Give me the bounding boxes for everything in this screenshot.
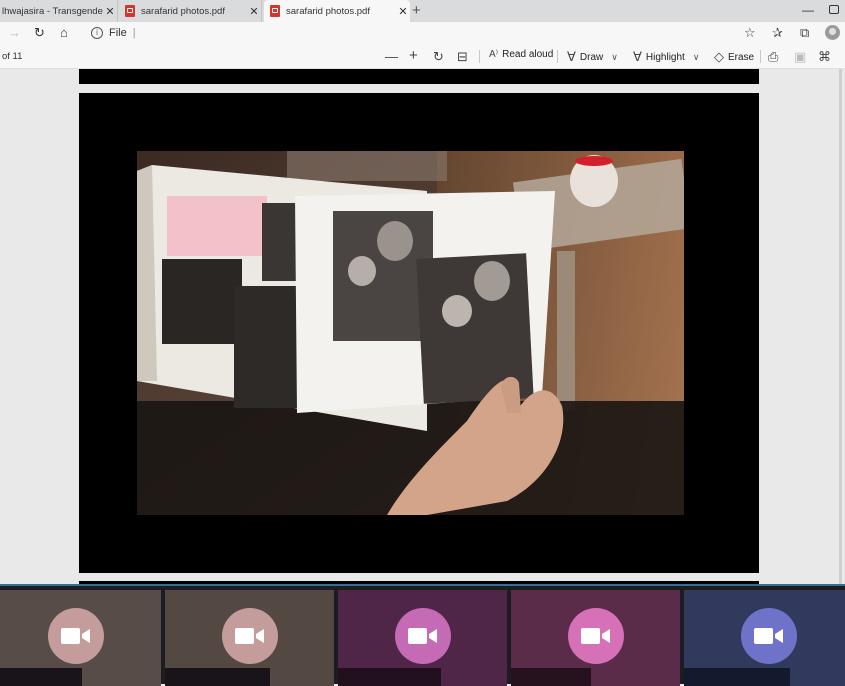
text-cursor: |: [132, 27, 136, 39]
pdf-icon: [270, 5, 280, 17]
new-tab-button[interactable]: +: [412, 2, 421, 19]
tab-sarafarid-photos-2[interactable]: sarafarid photos.pdf ✕: [264, 0, 410, 22]
highlight-button[interactable]: ∀ Highlight ∨: [633, 49, 699, 65]
erase-label: Erase: [728, 51, 755, 63]
address-bar-row: → ↻ ⌂ i File | ☆ ✰ ⧉: [0, 22, 845, 44]
participant-tile[interactable]: [165, 590, 334, 686]
video-camera-icon: [741, 608, 797, 664]
pdf-document-area[interactable]: [0, 69, 845, 584]
participant-tile[interactable]: [338, 590, 507, 686]
draw-icon: ∀: [567, 49, 576, 64]
tab-title: lhwajasira - Transgender in Paris: [2, 5, 103, 17]
minimize-button[interactable]: —: [802, 3, 814, 17]
previous-page: [79, 69, 759, 84]
zoom-in-button[interactable]: +: [409, 47, 418, 64]
highlight-label: Highlight: [645, 51, 685, 63]
tab-transgender-in-paris[interactable]: lhwajasira - Transgender in Paris ✕: [0, 0, 118, 22]
close-icon[interactable]: ✕: [396, 5, 410, 18]
close-icon[interactable]: ✕: [103, 5, 117, 18]
participant-name-bar: [165, 668, 270, 686]
highlight-icon: ∀: [633, 49, 642, 64]
tab-title: sarafarid photos.pdf: [141, 5, 225, 17]
video-camera-icon: [48, 608, 104, 664]
toolbar-divider: [479, 50, 480, 63]
refresh-icon[interactable]: ↻: [34, 25, 45, 41]
toolbar-divider: [760, 50, 761, 63]
pdf-icon: [125, 5, 135, 17]
participant-tile[interactable]: [684, 590, 845, 686]
tab-title: sarafarid photos.pdf: [286, 5, 370, 17]
participant-name-bar: [338, 668, 441, 686]
fit-page-button[interactable]: ⊟: [457, 49, 468, 65]
save-as-icon[interactable]: ⌘: [818, 49, 831, 65]
tab-sarafarid-photos-1[interactable]: sarafarid photos.pdf ✕: [119, 0, 262, 22]
participant-name-bar: [0, 668, 82, 686]
participant-name-bar: [511, 668, 591, 686]
erase-button[interactable]: ◇ Erase: [714, 49, 754, 65]
video-camera-icon: [568, 608, 624, 664]
participant-name-bar: [684, 668, 790, 686]
favorites-icon[interactable]: ✰: [772, 25, 783, 41]
read-aloud-label: Read aloud: [502, 49, 554, 60]
video-camera-icon: [395, 608, 451, 664]
draw-button[interactable]: ∀ Draw ∨: [567, 49, 618, 65]
chevron-down-icon[interactable]: ∨: [693, 52, 700, 63]
chevron-down-icon[interactable]: ∨: [611, 52, 618, 63]
meeting-participant-strip: [0, 584, 845, 686]
video-camera-icon: [222, 608, 278, 664]
zoom-out-button[interactable]: —: [385, 49, 398, 64]
address-input[interactable]: i File |: [84, 24, 764, 42]
pdf-toolbar: of 11 — + ↻ ⊟ A⁾ Read aloud ∀ Draw ∨ ∀ H…: [0, 44, 845, 69]
participant-tile[interactable]: [511, 590, 680, 686]
read-aloud-button[interactable]: A⁾ Read aloud: [489, 49, 553, 60]
print-icon[interactable]: ⎙: [768, 49, 778, 65]
scrollbar[interactable]: [839, 69, 842, 584]
page-count: of 11: [2, 51, 23, 62]
restore-icon[interactable]: [829, 5, 839, 14]
rotate-button[interactable]: ↻: [433, 49, 444, 65]
read-aloud-icon: A⁾: [489, 49, 499, 60]
photo-album-image: [137, 151, 684, 515]
home-icon[interactable]: ⌂: [60, 25, 68, 40]
pdf-page: [79, 93, 759, 573]
collections-icon[interactable]: ⧉: [800, 25, 809, 41]
info-icon[interactable]: i: [91, 27, 103, 39]
forward-icon[interactable]: →: [8, 25, 21, 40]
eraser-icon: ◇: [714, 49, 724, 64]
tab-strip: lhwajasira - Transgender in Paris ✕ sara…: [0, 0, 845, 22]
save-icon[interactable]: ▣: [794, 49, 806, 65]
close-icon[interactable]: ✕: [247, 5, 261, 18]
toolbar-divider: [557, 50, 558, 63]
favorite-star-icon[interactable]: ☆: [744, 25, 756, 41]
profile-avatar[interactable]: [825, 25, 840, 40]
participant-tile[interactable]: [0, 590, 161, 686]
address-scheme: File: [109, 27, 127, 39]
draw-label: Draw: [579, 51, 604, 63]
